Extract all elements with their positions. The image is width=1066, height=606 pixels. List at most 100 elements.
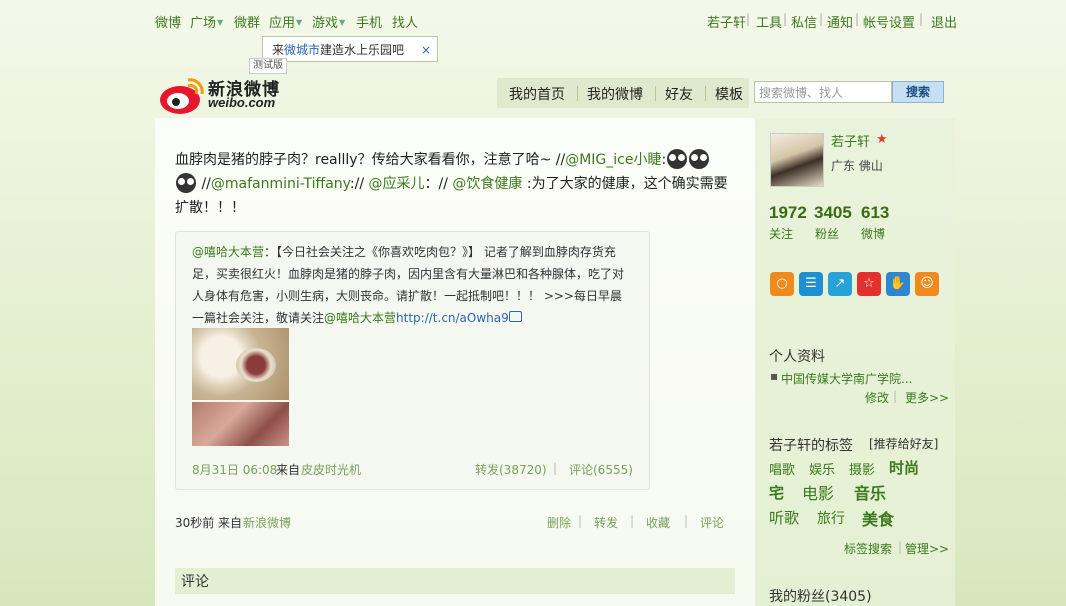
post-text-part: 血脖肉是猪的脖子肉？reallly？传给大家看看你，注意了哈~ //	[175, 152, 566, 168]
comments-section: 评论	[175, 568, 735, 594]
edit-profile-link[interactable]: 修改	[865, 389, 889, 406]
mention-link[interactable]: @MIG_ice小睫	[565, 152, 661, 168]
popup-link[interactable]: 微城市	[284, 43, 320, 57]
search-button[interactable]: 搜索	[892, 81, 944, 103]
post-text-part: :	[661, 152, 667, 168]
nav-square[interactable]: 广场▼	[190, 12, 223, 31]
close-icon[interactable]: ×	[421, 37, 431, 63]
quote-repost-link[interactable]: 转发(38720)	[475, 461, 547, 478]
tag-item[interactable]: 美食	[862, 506, 894, 530]
nav-my-weibo[interactable]: 我的微博	[587, 84, 643, 104]
divider: |	[898, 540, 903, 554]
posts-count[interactable]: 613	[861, 203, 889, 223]
divider: |	[578, 514, 583, 528]
post-text-part: ：//	[424, 176, 453, 192]
fans-section-title: 我的粉丝(3405)	[769, 589, 872, 605]
divider: |	[630, 514, 635, 528]
divider: |	[746, 12, 751, 26]
mention-link[interactable]: @嘻哈大本营	[192, 245, 264, 259]
tag-item[interactable]: 听歌	[769, 507, 799, 528]
video-icon	[508, 311, 522, 322]
mention-link[interactable]: @mafanmini-Tiffany	[211, 176, 350, 192]
nav-templates[interactable]: 模板	[715, 84, 743, 104]
post-text-part: ://	[349, 176, 369, 192]
chevron-down-icon: ▼	[339, 18, 346, 27]
profile-location: 广东 佛山	[831, 159, 883, 173]
tag-item[interactable]: 旅行	[817, 508, 845, 528]
post-time: 30秒前	[175, 516, 215, 530]
weibo-logo[interactable]: 新浪微博 weibo.com	[158, 72, 288, 116]
nav-my-home[interactable]: 我的首页	[509, 84, 565, 104]
emoticon-icon	[176, 173, 196, 193]
avatar[interactable]	[770, 133, 824, 187]
nav-mobile[interactable]: 手机	[356, 12, 382, 31]
nav-friends[interactable]: 好友	[665, 84, 693, 104]
nav-account-settings[interactable]: 帐号设置	[863, 12, 915, 31]
nav-apps[interactable]: 应用▼	[269, 12, 302, 31]
quote-time: 06:08	[242, 463, 278, 477]
divider: |	[893, 389, 898, 403]
nav-find-people[interactable]: 找人	[392, 12, 418, 31]
post-image-buns[interactable]	[192, 328, 289, 400]
school-link[interactable]: 中国传媒大学南广学院...	[781, 370, 912, 387]
tag-item[interactable]: 电影	[802, 480, 834, 504]
circle-app-icon[interactable]: ○	[770, 272, 794, 296]
mention-link[interactable]: @饮食健康	[452, 176, 522, 192]
search-input[interactable]: 搜索微博、找人	[754, 81, 892, 103]
favorite-button[interactable]: 收藏	[646, 514, 670, 531]
delete-button[interactable]: 删除	[547, 514, 571, 531]
divider: |	[684, 514, 689, 528]
tag-item[interactable]: 音乐	[854, 480, 886, 504]
quote-date[interactable]: 8月31日 06:08	[192, 461, 277, 478]
nav-logout[interactable]: 退出	[931, 12, 957, 31]
map-app-icon[interactable]: ↗	[828, 272, 852, 296]
list-app-icon[interactable]: ☰	[799, 272, 823, 296]
nav-username[interactable]: 若子轩	[707, 12, 746, 31]
mention-link[interactable]: @应采儿	[369, 176, 425, 192]
emoticon-icon	[667, 149, 688, 169]
quote-from-label: 来自	[276, 463, 301, 477]
post-text-part: //	[201, 176, 211, 192]
post-from-label: 来自	[218, 516, 243, 530]
nav-weibo[interactable]: 微博	[155, 12, 181, 31]
divider	[655, 86, 656, 101]
star-app-icon[interactable]: ☆	[857, 272, 881, 296]
tag-item[interactable]: 娱乐	[809, 459, 835, 478]
more-profile-link[interactable]: 更多>>	[905, 389, 949, 406]
post-image-meat[interactable]	[192, 402, 289, 446]
chevron-down-icon: ▼	[296, 18, 303, 27]
tag-item[interactable]: 宅	[769, 482, 784, 503]
tag-item[interactable]: 摄影	[849, 459, 875, 478]
post-text: 血脖肉是猪的脖子肉？reallly？传给大家看看你，注意了哈~ //@MIG_i…	[175, 148, 730, 220]
nav-notifications[interactable]: 通知	[827, 12, 853, 31]
mention-link[interactable]: @嘻哈大本营	[324, 311, 396, 325]
posts-label[interactable]: 微博	[861, 225, 885, 242]
nav-square-label: 广场	[190, 16, 217, 31]
hand-app-icon[interactable]: ✋	[886, 272, 910, 296]
short-link[interactable]: http://t.cn/aOwha9	[396, 311, 509, 325]
divider: |	[819, 12, 824, 26]
following-label[interactable]: 关注	[769, 225, 793, 242]
tag-search-link[interactable]: 标签搜索	[844, 540, 892, 557]
quote-comment-link[interactable]: 评论(6555)	[569, 461, 633, 478]
quote-source-link[interactable]: 皮皮时光机	[301, 461, 361, 478]
vip-star-icon[interactable]: ★	[876, 132, 888, 147]
popup-suffix: 建造水上乐园吧	[320, 43, 405, 57]
post-source-link[interactable]: 新浪微博	[243, 514, 291, 531]
followers-count[interactable]: 3405	[814, 203, 852, 223]
profile-name[interactable]: 若子轩	[831, 131, 870, 150]
recommend-tags-link[interactable]: [推荐给好友]	[869, 435, 938, 452]
followers-label[interactable]: 粉丝	[815, 225, 839, 242]
tag-item[interactable]: 时尚	[889, 457, 919, 478]
repost-button[interactable]: 转发	[594, 514, 618, 531]
smile-app-icon[interactable]: ☺	[915, 272, 939, 296]
main-nav: 我的首页 我的微博 好友 模板	[497, 78, 749, 108]
nav-groups[interactable]: 微群	[234, 12, 260, 31]
tag-item[interactable]: 唱歌	[769, 459, 795, 478]
nav-tools[interactable]: 工具	[756, 12, 782, 31]
following-count[interactable]: 1972	[769, 203, 807, 223]
nav-messages[interactable]: 私信	[791, 12, 817, 31]
nav-games[interactable]: 游戏▼	[312, 12, 345, 31]
comment-button[interactable]: 评论	[700, 514, 724, 531]
manage-tags-link[interactable]: 管理>>	[905, 540, 949, 557]
